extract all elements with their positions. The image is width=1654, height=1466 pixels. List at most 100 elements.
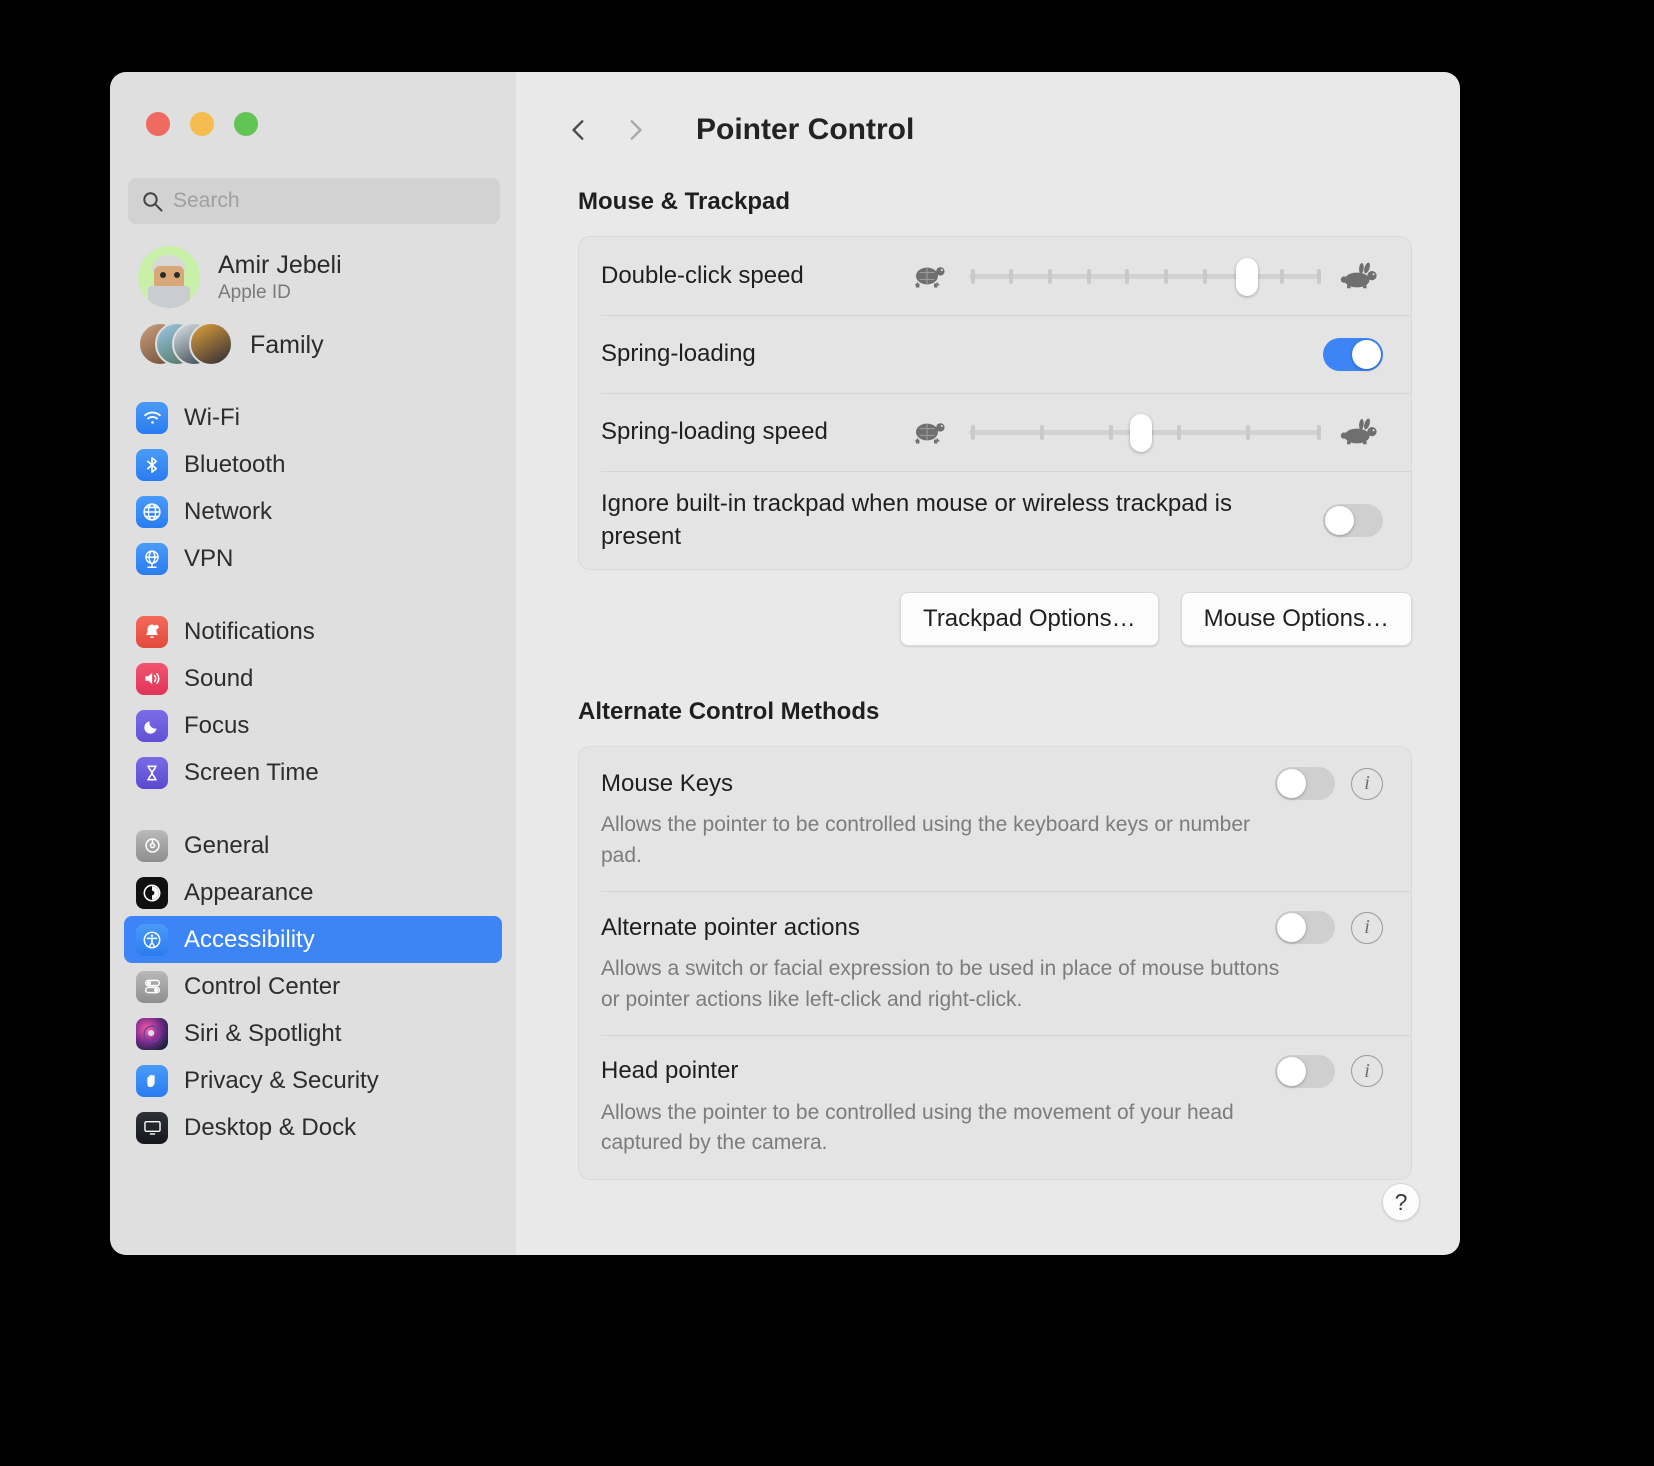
- help-button[interactable]: ?: [1382, 1183, 1420, 1221]
- slider-knob[interactable]: [1236, 258, 1259, 296]
- rabbit-icon: [1339, 417, 1383, 447]
- rabbit-icon: [1339, 261, 1383, 291]
- sidebar-item-vpn[interactable]: VPN: [124, 535, 502, 582]
- feature-head-pointer: Head pointer i Allows the pointer to be …: [579, 1034, 1411, 1179]
- info-icon[interactable]: i: [1351, 1055, 1383, 1088]
- sidebar-item-privacy-and-security[interactable]: Privacy & Security: [124, 1057, 502, 1104]
- sidebar-group-preferences: General Appearance Accessibility Control…: [110, 822, 516, 1151]
- back-button[interactable]: [564, 112, 594, 148]
- feature-mouse-keys: Mouse Keys i Allows the pointer to be co…: [579, 747, 1411, 891]
- contrast-icon: [136, 876, 168, 909]
- row-double-click-speed: Double-click speed: [579, 237, 1411, 315]
- section-heading-alternate-control-methods: Alternate Control Methods: [578, 698, 880, 726]
- toggle-thumb: [1352, 339, 1381, 369]
- head-pointer-description: Allows the pointer to be controlled usin…: [601, 1100, 1234, 1155]
- sidebar-item-label: Network: [184, 497, 273, 525]
- row-ignore-builtin-trackpad: Ignore built-in trackpad when mouse or w…: [579, 471, 1411, 569]
- head-pointer-title: Head pointer: [601, 1057, 739, 1085]
- gear-icon: [136, 829, 168, 862]
- sidebar-item-label: Siri & Spotlight: [184, 1019, 342, 1047]
- mouse-options-button[interactable]: Mouse Options…: [1180, 592, 1412, 647]
- mouse-keys-toggle[interactable]: [1275, 767, 1335, 801]
- sidebar-item-bluetooth[interactable]: Bluetooth: [124, 441, 502, 488]
- account-subtitle: Apple ID: [218, 281, 291, 303]
- turtle-icon: [907, 261, 951, 291]
- slider-knob[interactable]: [1130, 414, 1153, 452]
- double-click-speed-slider[interactable]: [969, 258, 1322, 296]
- spring-loading-speed-slider[interactable]: [969, 414, 1322, 452]
- alternate-control-methods-card: Mouse Keys i Allows the pointer to be co…: [578, 746, 1412, 1180]
- traffic-light-buttons: [110, 72, 516, 136]
- system-settings-window: Amir Jebeli Apple ID Family: [110, 72, 1460, 1255]
- sidebar-item-notifications[interactable]: Notifications: [124, 608, 502, 655]
- alternate-pointer-actions-description: Allows a switch or facial expression to …: [601, 957, 1280, 1011]
- sidebar-item-sound[interactable]: Sound: [124, 655, 502, 702]
- zoom-button[interactable]: [234, 112, 258, 136]
- head-pointer-toggle[interactable]: [1275, 1054, 1335, 1088]
- ignore-builtin-trackpad-toggle[interactable]: [1323, 503, 1383, 537]
- info-icon[interactable]: i: [1351, 767, 1383, 800]
- row-spring-loading-speed: Spring-loading speed: [579, 393, 1411, 471]
- desktop-icon: [136, 1111, 168, 1144]
- options-buttons: Trackpad Options… Mouse Options…: [516, 592, 1412, 647]
- search-icon: [142, 191, 163, 212]
- section-heading-mouse-trackpad: Mouse & Trackpad: [578, 188, 791, 215]
- sidebar-item-desktop-and-dock[interactable]: Desktop & Dock: [124, 1104, 502, 1151]
- sidebar-item-appearance[interactable]: Appearance: [124, 869, 502, 916]
- sidebar: Amir Jebeli Apple ID Family: [110, 72, 516, 1255]
- switches-icon: [136, 970, 168, 1003]
- content-toolbar: Pointer Control: [516, 72, 1460, 148]
- sidebar-item-network[interactable]: Network: [124, 488, 502, 535]
- account-name: Amir Jebeli: [218, 250, 342, 279]
- search-field[interactable]: [128, 178, 500, 224]
- toggle-thumb: [1277, 913, 1306, 943]
- ignore-builtin-trackpad-label: Ignore built-in trackpad when mouse or w…: [601, 490, 1232, 551]
- page-title: Pointer Control: [696, 113, 915, 146]
- hand-icon: [136, 1064, 168, 1097]
- toggle-thumb: [1277, 769, 1306, 799]
- row-spring-loading: Spring-loading: [579, 315, 1411, 393]
- turtle-icon: [907, 417, 951, 447]
- sidebar-item-control-center[interactable]: Control Center: [124, 963, 502, 1010]
- sidebar-item-general[interactable]: General: [124, 822, 502, 869]
- sidebar-item-family[interactable]: Family: [110, 308, 516, 368]
- sidebar-item-label: Notifications: [184, 617, 315, 645]
- alternate-pointer-actions-toggle[interactable]: [1275, 911, 1335, 945]
- sidebar-item-wi-fi[interactable]: Wi-Fi: [124, 394, 502, 441]
- sidebar-item-label: Wi-Fi: [184, 403, 240, 431]
- double-click-speed-label: Double-click speed: [601, 262, 804, 289]
- sidebar-item-label: Desktop & Dock: [184, 1113, 357, 1141]
- speaker-icon: [136, 662, 168, 695]
- sidebar-item-label: General: [184, 831, 270, 859]
- main-content: Pointer Control Mouse & Trackpad Double-…: [516, 72, 1460, 1255]
- vpn-globe-icon: [136, 542, 168, 575]
- info-icon[interactable]: i: [1351, 911, 1383, 944]
- sidebar-item-label: Sound: [184, 664, 254, 692]
- apple-id-account-row[interactable]: Amir Jebeli Apple ID: [110, 224, 516, 308]
- bell-icon: [136, 615, 168, 648]
- close-button[interactable]: [146, 112, 170, 136]
- forward-button[interactable]: [620, 112, 650, 148]
- feature-alternate-pointer-actions: Alternate pointer actions i Allows a swi…: [579, 891, 1411, 1035]
- sidebar-item-label: Focus: [184, 711, 250, 739]
- mouse-trackpad-card: Double-click speed Spring-loading Spring…: [578, 236, 1412, 571]
- sidebar-item-accessibility[interactable]: Accessibility: [124, 916, 502, 963]
- sidebar-item-screen-time[interactable]: Screen Time: [124, 749, 502, 796]
- sidebar-group-system: Notifications Sound Focus Screen Time: [110, 608, 516, 796]
- sidebar-group-network: Wi-Fi Bluetooth Network VPN: [110, 394, 516, 582]
- wifi-icon: [136, 401, 168, 434]
- toggle-thumb: [1277, 1056, 1306, 1086]
- sidebar-item-siri-and-spotlight[interactable]: Siri & Spotlight: [124, 1010, 502, 1057]
- alternate-pointer-actions-title: Alternate pointer actions: [601, 913, 860, 941]
- minimize-button[interactable]: [190, 112, 214, 136]
- hourglass-icon: [136, 756, 168, 789]
- avatar: [138, 246, 200, 308]
- spring-loading-toggle[interactable]: [1323, 337, 1383, 371]
- search-input[interactable]: [173, 189, 486, 213]
- sidebar-item-label: Control Center: [184, 972, 341, 1000]
- moon-icon: [136, 709, 168, 742]
- trackpad-options-button[interactable]: Trackpad Options…: [900, 592, 1159, 647]
- sidebar-item-label: Privacy & Security: [184, 1066, 379, 1094]
- sidebar-item-focus[interactable]: Focus: [124, 702, 502, 749]
- toggle-thumb: [1325, 505, 1354, 535]
